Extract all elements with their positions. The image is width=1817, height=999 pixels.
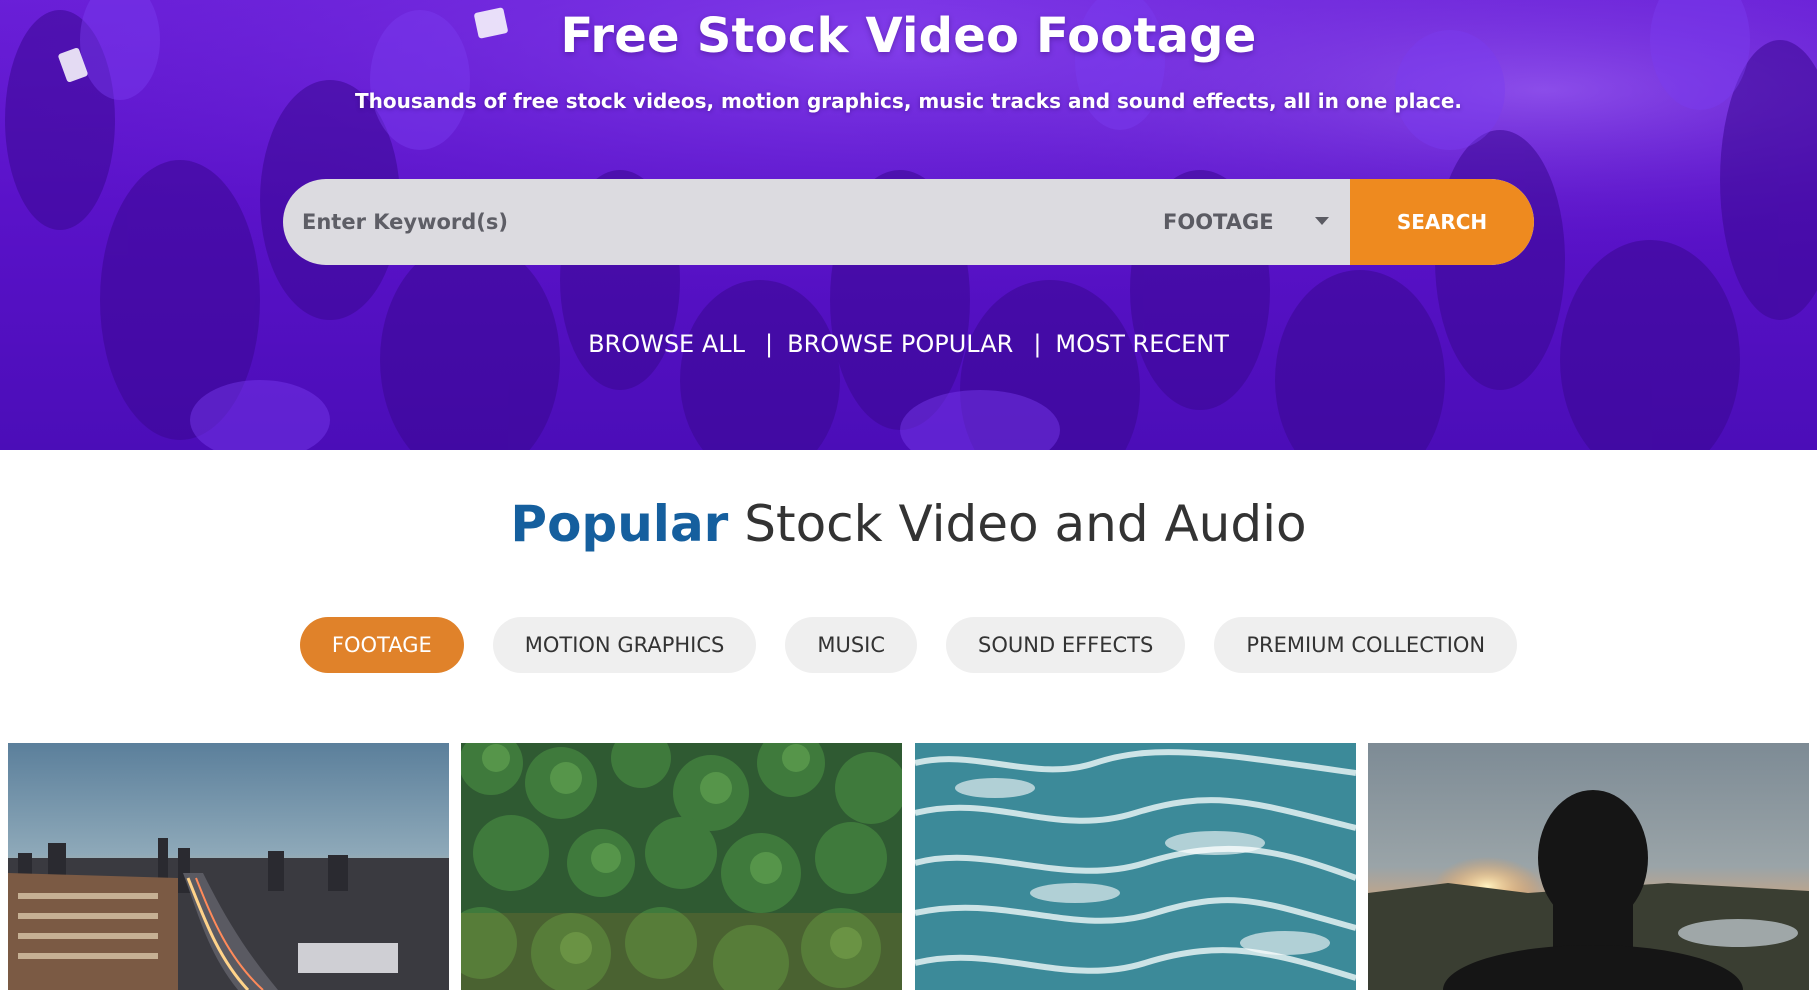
browse-all-link[interactable]: BROWSE ALL	[588, 330, 745, 358]
thumbnail-city-highway[interactable]	[8, 743, 449, 990]
thumbnail-person-sunset[interactable]	[1368, 743, 1809, 990]
tab-footage[interactable]: FOOTAGE	[299, 617, 464, 673]
media-type-selected: FOOTAGE	[1163, 210, 1274, 234]
person-sunset-image	[1368, 743, 1809, 990]
thumbnail-ocean-waves[interactable]	[915, 743, 1356, 990]
city-highway-image	[8, 743, 449, 990]
tab-sound-effects[interactable]: SOUND EFFECTS	[946, 617, 1186, 673]
section-title: Popular Stock Video and Audio	[0, 495, 1817, 553]
section-title-accent: Popular	[510, 495, 729, 553]
browse-popular-link[interactable]: BROWSE POPULAR	[787, 330, 1013, 358]
browse-separator: |	[1033, 330, 1042, 358]
browse-links: BROWSE ALL | BROWSE POPULAR | MOST RECEN…	[0, 330, 1817, 358]
ocean-waves-image	[915, 743, 1356, 990]
tab-motion-graphics[interactable]: MOTION GRAPHICS	[492, 617, 757, 673]
thumbnail-grid	[8, 743, 1811, 990]
browse-separator: |	[765, 330, 774, 358]
hero-banner: Free Stock Video Footage Thousands of fr…	[0, 0, 1817, 450]
search-button[interactable]: SEARCH	[1350, 179, 1534, 265]
search-bar: FOOTAGE SEARCH	[283, 179, 1534, 265]
most-recent-link[interactable]: MOST RECENT	[1055, 330, 1229, 358]
thumbnail-aerial-forest[interactable]	[461, 743, 902, 990]
aerial-forest-image	[461, 743, 902, 990]
tab-premium-collection[interactable]: PREMIUM COLLECTION	[1214, 617, 1518, 673]
hero-title: Free Stock Video Footage	[560, 8, 1257, 64]
tab-music[interactable]: MUSIC	[785, 617, 918, 673]
hero-subtitle: Thousands of free stock videos, motion g…	[354, 89, 1463, 113]
media-type-select[interactable]: FOOTAGE	[1143, 179, 1350, 265]
chevron-down-icon	[1315, 217, 1329, 225]
search-input[interactable]	[283, 179, 1143, 265]
section-title-rest: Stock Video and Audio	[728, 495, 1307, 553]
category-tabs: FOOTAGE MOTION GRAPHICS MUSIC SOUND EFFE…	[0, 617, 1817, 673]
